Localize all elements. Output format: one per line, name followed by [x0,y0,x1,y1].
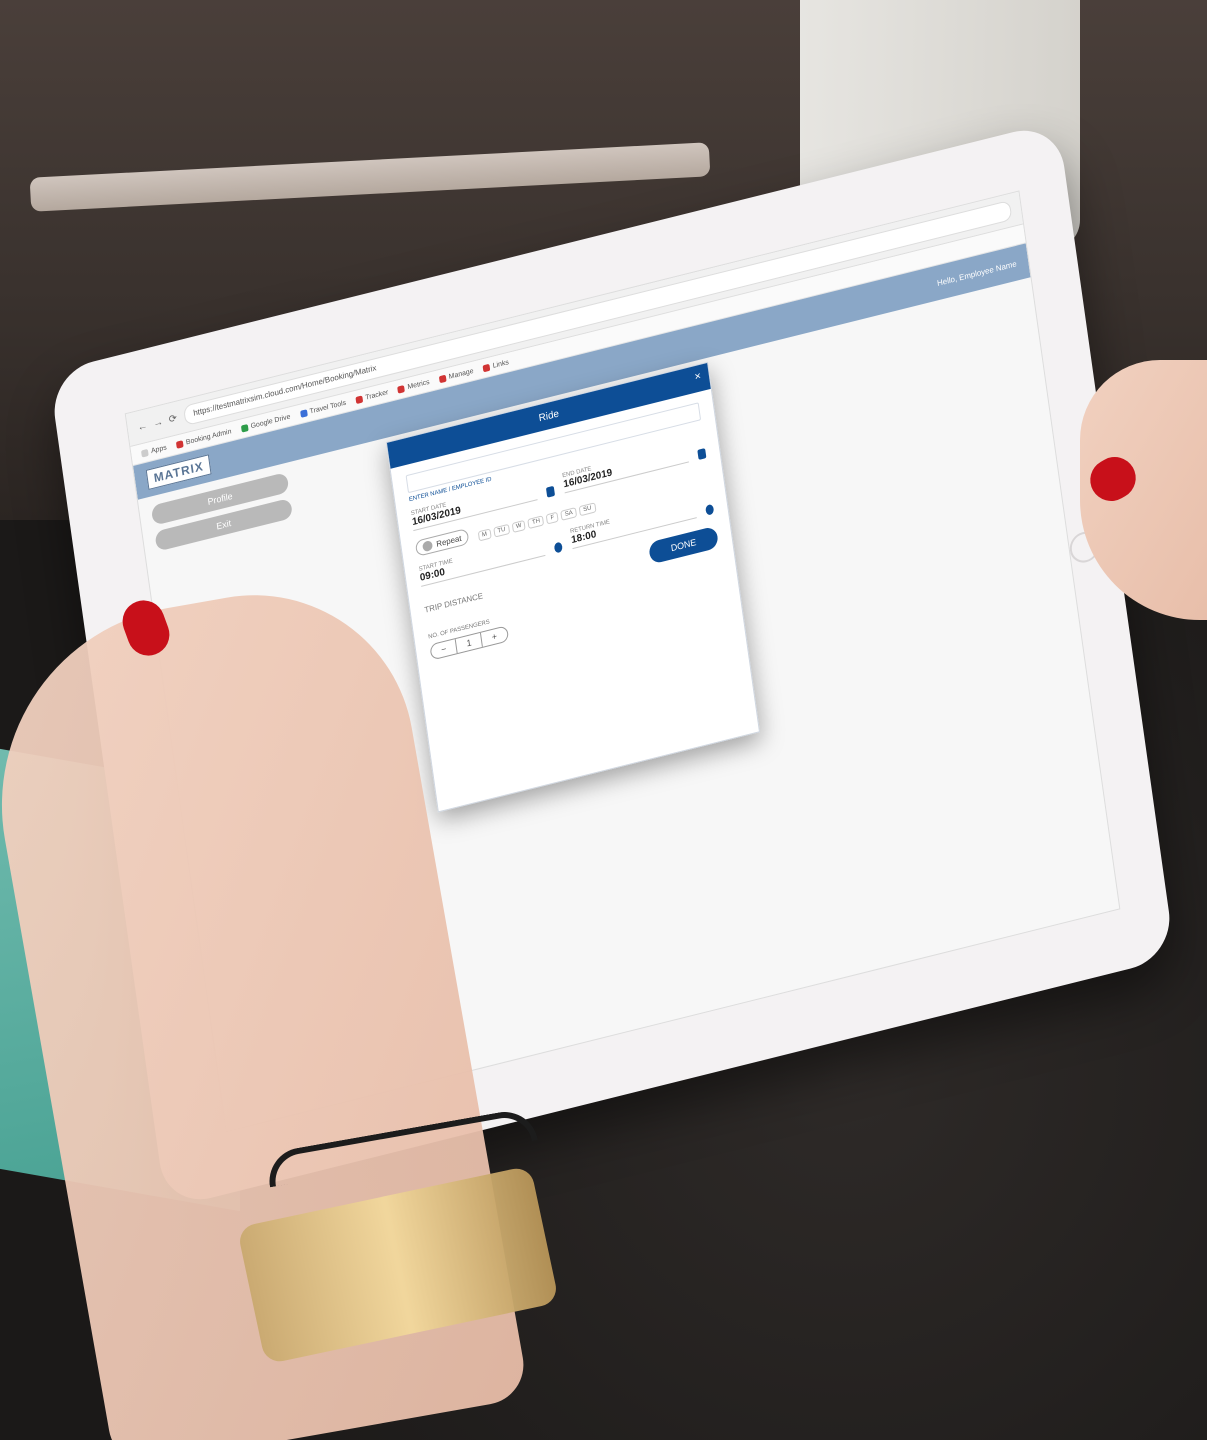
day-chip[interactable]: SU [578,502,597,517]
user-greeting[interactable]: Hello, Employee Name [936,259,1017,288]
decrement-button[interactable]: − [430,638,458,660]
bookmark-icon [355,394,364,404]
repeat-toggle[interactable]: Repeat [414,528,470,557]
back-icon[interactable]: ← [137,420,148,433]
day-chip[interactable]: F [546,511,559,525]
bookmark-icon [175,439,184,449]
bookmark-icon [438,374,447,383]
toggle-knob [422,539,434,553]
calendar-icon[interactable] [545,485,556,498]
ride-modal: Ride × ENTER NAME / EMPLOYEE ID START DA… [385,361,761,813]
clock-icon[interactable] [553,541,563,554]
clock-icon[interactable] [705,503,715,516]
bookmark[interactable]: Links [482,359,509,372]
apps-icon [140,448,149,458]
bookmark[interactable]: Manage [438,367,474,383]
bookmark-icon [299,408,308,418]
passenger-count: 1 [455,632,484,653]
drive-icon [240,423,249,433]
reload-icon[interactable]: ⟳ [168,412,178,425]
calendar-icon[interactable] [697,448,707,460]
bookmark-icon [397,384,406,394]
day-chip[interactable]: W [511,519,527,534]
forward-icon[interactable]: → [153,416,164,429]
matrix-logo: MATRIX [145,454,212,490]
day-chip[interactable]: SA [560,507,578,521]
increment-button[interactable]: + [481,627,507,647]
photo-scene: ← → ⟳ https://testmatrixsim.cloud.com/Ho… [0,0,1207,1440]
done-button[interactable]: DONE [648,525,720,565]
day-chip[interactable]: TU [493,523,510,538]
bookmark-icon [482,363,491,372]
close-icon[interactable]: × [694,370,702,384]
browser-nav: ← → ⟳ [137,412,178,433]
bookmark[interactable]: Metrics [397,378,430,394]
day-chip[interactable]: M [477,528,492,542]
trip-distance-label: TRIP DISTANCE [423,590,484,615]
day-chip[interactable]: TH [527,515,545,530]
repeat-label: Repeat [435,533,462,549]
modal-title: Ride [538,407,560,424]
bookmark[interactable]: Tracker [355,389,389,404]
bookmark[interactable]: Apps [140,444,167,458]
